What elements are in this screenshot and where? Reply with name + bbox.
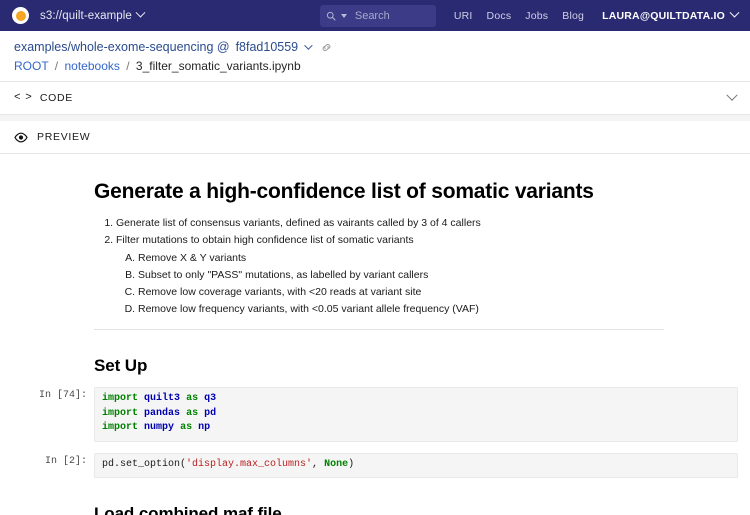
revision-hash[interactable]: f8fad10559: [236, 40, 299, 54]
cell-prompt: In [74]:: [38, 390, 87, 401]
user-email-label: LAURA@QUILTDATA.IO: [602, 9, 725, 22]
bucket-label: s3://quilt-example: [40, 9, 132, 22]
search-placeholder: Search: [354, 9, 390, 22]
package-breadcrumb-row: examples/whole-exome-sequencing @ f8fad1…: [14, 40, 738, 54]
search-input[interactable]: Search: [319, 4, 436, 27]
token-keyword: as: [186, 393, 199, 404]
token-keyword: import: [102, 393, 139, 404]
cell-source[interactable]: import quilt3 as q3 import pandas as pd …: [94, 387, 738, 442]
package-name-link[interactable]: examples/whole-exome-sequencing @: [14, 40, 230, 54]
preview-section-label: PREVIEW: [37, 131, 91, 143]
token-module: quilt3: [144, 393, 181, 404]
chevron-down-icon[interactable]: [304, 41, 313, 50]
chevron-down-icon: [135, 7, 146, 18]
token-call: pd.set_option(: [102, 458, 187, 470]
nav-link-blog[interactable]: Blog: [562, 10, 584, 22]
chevron-down-icon[interactable]: [726, 89, 738, 101]
steps-list: Generate list of consensus variants, def…: [94, 215, 664, 318]
user-menu[interactable]: LAURA@QUILTDATA.IO: [602, 7, 740, 22]
chevron-down-icon: [729, 7, 740, 18]
step-text: Generate list of consensus variants, def…: [116, 217, 481, 229]
breadcrumb-folder-link[interactable]: notebooks: [64, 59, 119, 73]
token-string: 'display.max_columns': [186, 458, 313, 470]
nav-link-docs[interactable]: Docs: [487, 10, 512, 22]
list-item: Remove low coverage variants, with <20 r…: [138, 284, 664, 301]
notebook-title: Generate a high-confidence list of somat…: [94, 180, 594, 203]
top-navigation-bar: s3://quilt-example Search URI Docs Jobs …: [0, 0, 750, 31]
markdown-cell-load: Load combined maf file Use unfiltered ma…: [12, 504, 664, 515]
quilt-logo-icon: [12, 7, 29, 24]
token-punct: ): [348, 458, 355, 470]
code-section-label: CODE: [39, 92, 73, 104]
load-heading: Load combined maf file: [94, 504, 282, 515]
code-cell[interactable]: In [2]: pd.set_option('display.max_colum…: [12, 452, 738, 478]
bucket-selector[interactable]: s3://quilt-example: [40, 7, 146, 22]
breadcrumb-bar: examples/whole-exome-sequencing @ f8fad1…: [0, 31, 750, 111]
markdown-cell-setup: Set Up: [12, 356, 664, 376]
list-item: Remove X & Y variants: [138, 250, 664, 267]
token-alias: np: [198, 422, 211, 433]
path-breadcrumb-row: ROOT / notebooks / 3_filter_somatic_vari…: [14, 59, 738, 73]
code-cell[interactable]: In [74]: import quilt3 as q3 import pand…: [12, 387, 738, 442]
preview-section-header[interactable]: PREVIEW: [0, 121, 750, 154]
token-keyword: import: [102, 422, 139, 433]
nav-links: URI Docs Jobs Blog: [454, 10, 584, 22]
search-icon: [326, 11, 336, 21]
code-section-header[interactable]: < > CODE: [0, 82, 750, 115]
cell-prompt: In [2]:: [44, 455, 87, 467]
quilt-logo[interactable]: [12, 7, 29, 24]
nav-right-group: Search URI Docs Jobs Blog LAURA@QUILTDAT…: [319, 4, 740, 27]
nav-link-uri[interactable]: URI: [454, 10, 473, 22]
step-text: Filter mutations to obtain high confiden…: [116, 234, 414, 246]
caret-down-icon[interactable]: [340, 13, 347, 18]
token-alias: q3: [204, 393, 217, 404]
code-brackets-icon: < >: [14, 92, 32, 104]
token-builtin: None: [324, 458, 349, 470]
breadcrumb-separator: /: [126, 59, 130, 73]
token-module: pandas: [144, 407, 181, 419]
eye-icon: [14, 132, 28, 142]
breadcrumb-current-file: 3_filter_somatic_variants.ipynb: [135, 59, 301, 73]
notebook-preview: Generate a high-confidence list of somat…: [0, 154, 750, 515]
token-keyword: as: [186, 407, 199, 419]
markdown-cell-intro: Generate a high-confidence list of somat…: [12, 180, 664, 330]
cell-source[interactable]: pd.set_option('display.max_columns', Non…: [94, 452, 738, 478]
token-module: numpy: [144, 422, 175, 433]
setup-heading: Set Up: [94, 356, 148, 375]
substeps-list: Remove X & Y variants Subset to only "PA…: [116, 250, 664, 318]
list-item: Generate list of consensus variants, def…: [116, 215, 664, 232]
list-item: Filter mutations to obtain high confiden…: [116, 232, 664, 318]
token-keyword: import: [102, 407, 139, 419]
link-icon[interactable]: [320, 41, 333, 54]
token-punct: ,: [312, 458, 325, 470]
breadcrumb-root-link[interactable]: ROOT: [14, 59, 48, 73]
breadcrumb-separator: /: [54, 59, 59, 73]
nav-link-jobs[interactable]: Jobs: [525, 10, 548, 22]
list-item: Subset to only "PASS" mutations, as labe…: [138, 267, 664, 284]
token-alias: pd: [204, 407, 217, 419]
token-keyword: as: [180, 422, 193, 433]
list-item: Remove low frequency variants, with <0.0…: [138, 301, 664, 318]
